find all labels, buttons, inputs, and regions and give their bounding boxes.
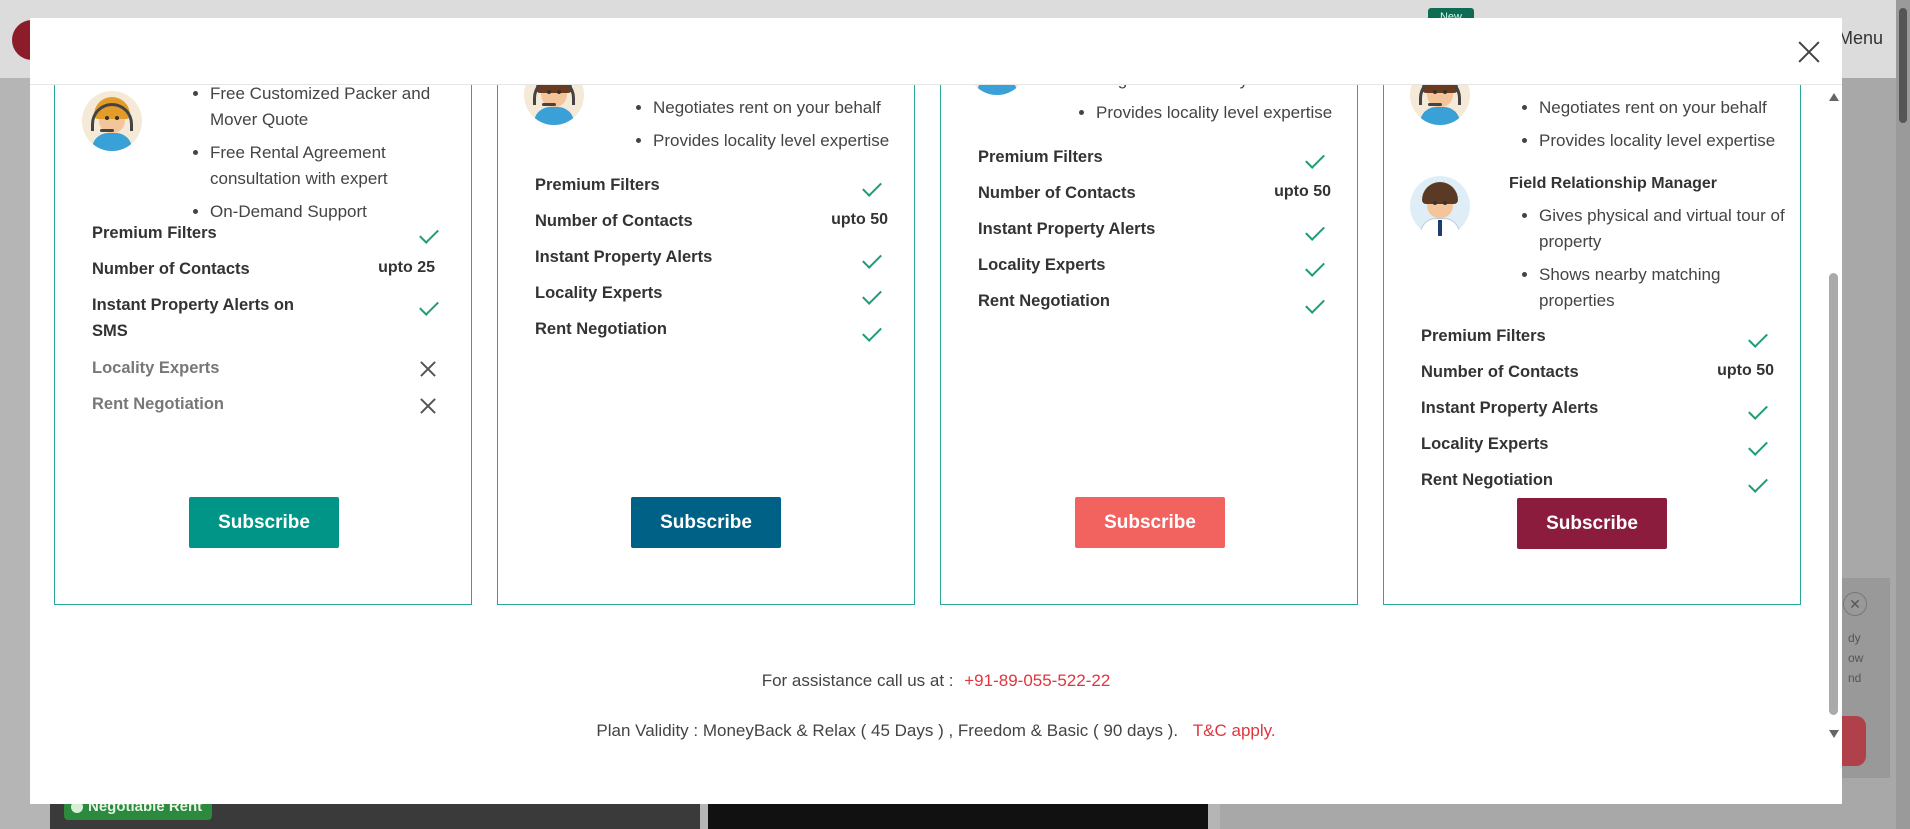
modal-body: Free Customized Packer and Mover Quote F… (30, 85, 1842, 804)
feature-label: Instant Property Alerts (1421, 399, 1599, 417)
chat-close-icon[interactable]: ✕ (1843, 592, 1867, 616)
check-icon (420, 229, 438, 241)
property-image (708, 800, 1208, 829)
relationship-manager-avatar (1410, 85, 1470, 125)
feature-label: Rent Negotiation (1421, 471, 1553, 489)
close-icon[interactable] (1793, 36, 1825, 68)
validity-text: Plan Validity : MoneyBack & Relax ( 45 D… (596, 721, 1179, 740)
benefit-item: meetings (1539, 85, 1799, 89)
plan-card: meetings Negotiates rent on your behalf … (1383, 85, 1801, 605)
subscribe-button[interactable]: Subscribe (1075, 497, 1225, 548)
check-icon (1306, 299, 1324, 311)
feature-label: Premium Filters (1421, 327, 1546, 345)
phone-link[interactable]: +91-89-055-522-22 (964, 671, 1110, 690)
feature-label: Premium Filters (92, 224, 217, 242)
feature-label: Rent Negotiation (978, 292, 1110, 310)
feature-label: Instant Property Alerts on SMS (92, 296, 295, 340)
feature-label: Premium Filters (978, 148, 1103, 166)
benefit-item: Provides locality level expertise (653, 128, 913, 154)
subscribe-button[interactable]: Subscribe (189, 497, 339, 548)
field-manager-avatar (1410, 176, 1470, 236)
support-agent-avatar (82, 91, 142, 151)
feature-label: Locality Experts (535, 284, 663, 302)
check-icon (863, 327, 881, 339)
plan-card: Free Customized Packer and Mover Quote F… (54, 85, 472, 605)
check-icon (420, 301, 438, 313)
feature-label: Number of Contacts (535, 212, 693, 230)
scroll-up-arrow[interactable] (1829, 93, 1839, 101)
benefit-item: Gives physical and virtual tour of prope… (1539, 203, 1799, 255)
check-icon (1749, 441, 1767, 453)
check-icon (1306, 226, 1324, 238)
page-scrollbar[interactable] (1896, 0, 1910, 829)
feature-label: Number of Contacts (978, 184, 1136, 202)
contacts-value: upto 50 (831, 211, 888, 228)
menu-button[interactable]: Menu (1838, 28, 1883, 49)
check-icon (1749, 405, 1767, 417)
feature-label: Locality Experts (92, 359, 220, 377)
plan-benefits-list: Negotiates rent on your behalf Provides … (1539, 95, 1799, 161)
manager-title: Field Relationship Manager (1509, 175, 1718, 192)
plan-benefits-list: Negotiates rent on your behalf Provides … (1096, 85, 1356, 133)
benefit-item: Free Customized Packer and Mover Quote (210, 85, 450, 133)
check-icon (863, 182, 881, 194)
cross-icon (419, 397, 437, 415)
plan-benefits-list: Negotiates rent on your behalf Provides … (653, 95, 913, 161)
benefit-item: Negotiates rent on your behalf (653, 95, 913, 121)
feature-label: Locality Experts (1421, 435, 1549, 453)
plan-card: Negotiates rent on your behalf Provides … (940, 85, 1358, 605)
feature-label: Locality Experts (978, 256, 1106, 274)
relationship-manager-avatar (967, 85, 1027, 95)
contacts-value: upto 50 (1274, 183, 1331, 200)
check-icon (863, 254, 881, 266)
benefit-item: Negotiates rent on your behalf (1539, 95, 1799, 121)
subscribe-button[interactable]: Subscribe (1517, 498, 1667, 549)
feature-label: Premium Filters (535, 176, 660, 194)
feature-label: Rent Negotiation (92, 395, 224, 413)
benefit-item: Provides locality level expertise (1539, 128, 1799, 154)
benefit-item: Free Rental Agreement consultation with … (210, 140, 450, 192)
feature-label: Number of Contacts (1421, 363, 1579, 381)
check-icon (1306, 262, 1324, 274)
modal-header (30, 18, 1842, 85)
check-icon (863, 290, 881, 302)
assistance-text: For assistance call us at : (761, 671, 954, 690)
cross-icon (419, 360, 437, 378)
benefit-item: Negotiates rent on your behalf (1096, 85, 1356, 93)
relationship-manager-avatar (524, 85, 584, 125)
benefit-item: On-Demand Support (210, 199, 450, 225)
manager-benefits-list: Gives physical and virtual tour of prope… (1539, 203, 1799, 321)
assistance-line: For assistance call us at : +91-89-055-5… (30, 671, 1842, 691)
subscribe-button[interactable]: Subscribe (631, 497, 781, 548)
plan-benefits-list: Free Customized Packer and Mover Quote F… (210, 85, 450, 232)
feature-label: Instant Property Alerts (535, 248, 713, 266)
plans-modal: Free Customized Packer and Mover Quote F… (30, 18, 1842, 804)
benefit-item: Shows nearby matching properties (1539, 262, 1799, 314)
page-scrollbar-thumb[interactable] (1899, 8, 1907, 123)
benefit-item: meetings (653, 85, 913, 89)
feature-label: Instant Property Alerts (978, 220, 1156, 238)
check-icon (1749, 333, 1767, 345)
contacts-value: upto 50 (1717, 362, 1774, 379)
plan-card: meetings Negotiates rent on your behalf … (497, 85, 915, 605)
tnc-link[interactable]: T&C apply. (1193, 721, 1276, 740)
chat-text: dy ow nd (1848, 631, 1864, 685)
check-icon (1306, 154, 1324, 166)
feature-label: Rent Negotiation (535, 320, 667, 338)
benefit-item: Provides locality level expertise (1096, 100, 1356, 126)
modal-scrollbar-thumb[interactable] (1829, 273, 1838, 715)
contacts-value: upto 25 (378, 259, 435, 276)
validity-line: Plan Validity : MoneyBack & Relax ( 45 D… (30, 721, 1842, 741)
check-icon (1749, 478, 1767, 490)
feature-label: Number of Contacts (92, 260, 250, 278)
